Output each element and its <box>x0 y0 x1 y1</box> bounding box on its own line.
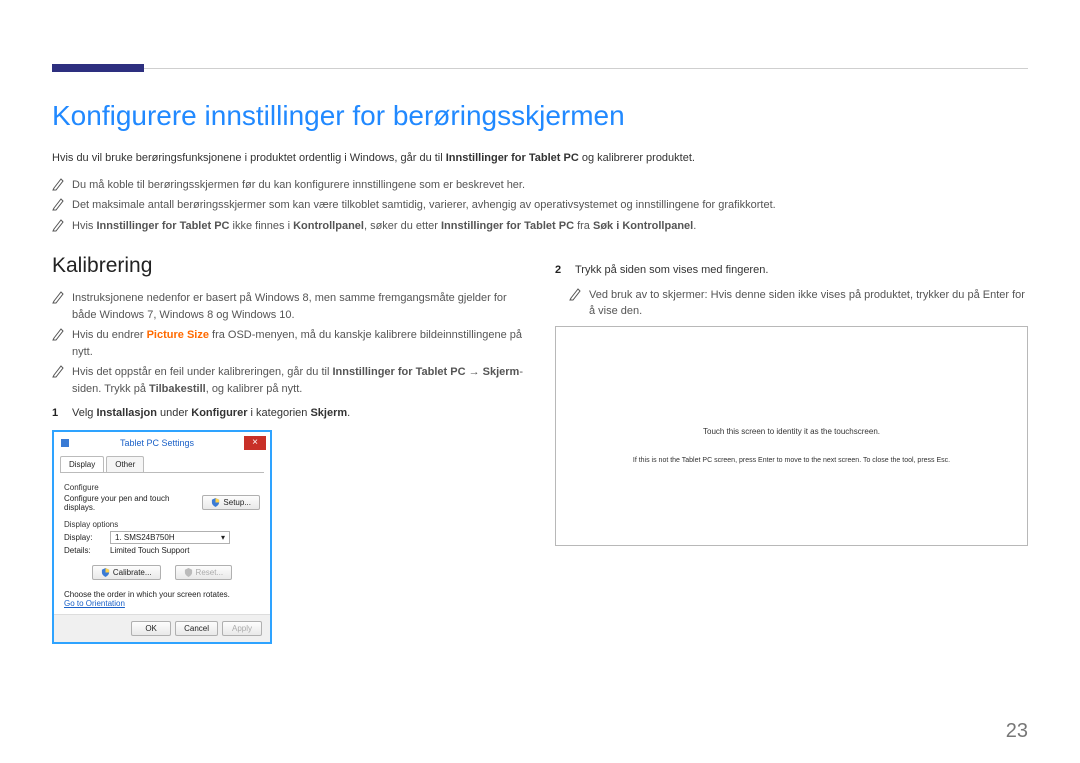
shield-icon <box>184 568 193 577</box>
tabs: Display Other <box>60 456 264 473</box>
tab-display[interactable]: Display <box>60 456 104 472</box>
close-icon[interactable]: × <box>244 436 266 450</box>
ok-button[interactable]: OK <box>131 621 171 636</box>
display-label: Display: <box>64 533 104 542</box>
intro-text-a: Hvis du vil bruke berøringsfunksjonene i… <box>52 152 446 164</box>
left-column: Kalibrering Instruksjonene nedenfor er b… <box>52 254 525 644</box>
instruction-screen: Touch this screen to identity it as the … <box>555 326 1028 546</box>
display-options-heading: Display options <box>64 520 260 529</box>
picture-size-label: Picture Size <box>147 329 209 341</box>
page-number: 23 <box>1006 720 1028 743</box>
instruction-line-1: Touch this screen to identity it as the … <box>556 427 1027 436</box>
note-row: Du må koble til berøringsskjermen før du… <box>52 177 1028 194</box>
note-text: Instruksjonene nedenfor er basert på Win… <box>72 290 525 323</box>
orientation-link[interactable]: Go to Orientation <box>64 599 260 608</box>
window-title-text: Tablet PC Settings <box>70 438 244 448</box>
intro-text-c: og kalibrerer produktet. <box>579 152 695 164</box>
pencil-icon <box>52 197 64 211</box>
step-number: 2 <box>555 262 569 279</box>
step-1: 1 Velg Installasjon under Konfigurer i k… <box>52 405 525 422</box>
setup-button[interactable]: Setup... <box>202 495 260 510</box>
note-text: Det maksimale antall berøringsskjermer s… <box>72 197 776 214</box>
note-row: Hvis det oppstår en feil under kalibreri… <box>52 364 525 397</box>
window-sysicon <box>60 438 70 448</box>
window-footer: OK Cancel Apply <box>54 614 270 642</box>
step-text: Trykk på siden som vises med fingeren. <box>575 262 768 279</box>
sub-title: Kalibrering <box>52 254 525 278</box>
page-title: Konfigurere innstillinger for berøringss… <box>52 100 1028 132</box>
header-rule <box>52 68 1028 69</box>
note-row: Det maksimale antall berøringsskjermer s… <box>52 197 1028 214</box>
window-titlebar: Tablet PC Settings × <box>54 432 270 454</box>
step-text: Velg Installasjon under Konfigurer i kat… <box>72 405 350 422</box>
details-value: Limited Touch Support <box>110 546 189 555</box>
shield-icon <box>211 498 220 507</box>
note-row: Ved bruk av to skjermer: Hvis denne side… <box>569 287 1028 320</box>
pencil-icon <box>52 364 64 378</box>
intro-text-bold: Innstillinger for Tablet PC <box>446 152 579 164</box>
reset-button[interactable]: Reset... <box>175 565 233 580</box>
step-2: 2 Trykk på siden som vises med fingeren. <box>555 262 1028 279</box>
calibrate-button[interactable]: Calibrate... <box>92 565 161 580</box>
tablet-pc-settings-window: Tablet PC Settings × Display Other Confi… <box>52 430 272 644</box>
note-text: Hvis Innstillinger for Tablet PC ikke fi… <box>72 218 696 235</box>
header-accent-bar <box>52 64 144 72</box>
shield-icon <box>101 568 110 577</box>
configure-heading: Configure <box>64 483 260 492</box>
display-select[interactable]: 1. SMS24B750H ▾ <box>110 531 230 544</box>
note-row: Hvis Innstillinger for Tablet PC ikke fi… <box>52 218 1028 235</box>
configure-text: Configure your pen and touch displays. <box>64 494 196 512</box>
cancel-button[interactable]: Cancel <box>175 621 218 636</box>
pencil-icon <box>52 218 64 232</box>
note-text: Hvis du endrer Picture Size fra OSD-meny… <box>72 327 525 360</box>
right-column: 2 Trykk på siden som vises med fingeren.… <box>555 254 1028 644</box>
tab-other[interactable]: Other <box>106 456 144 472</box>
display-select-value: 1. SMS24B750H <box>115 533 175 542</box>
details-label: Details: <box>64 546 104 555</box>
note-text: Ved bruk av to skjermer: Hvis denne side… <box>589 287 1028 320</box>
intro-paragraph: Hvis du vil bruke berøringsfunksjonene i… <box>52 150 1028 167</box>
instruction-line-2: If this is not the Tablet PC screen, pre… <box>556 457 1027 464</box>
window-body: Configure Configure your pen and touch d… <box>54 473 270 614</box>
pencil-icon <box>52 290 64 304</box>
apply-button[interactable]: Apply <box>222 621 262 636</box>
step-number: 1 <box>52 405 66 422</box>
note-row: Instruksjonene nedenfor er basert på Win… <box>52 290 525 323</box>
note-row: Hvis du endrer Picture Size fra OSD-meny… <box>52 327 525 360</box>
pencil-icon <box>569 287 581 301</box>
chevron-down-icon: ▾ <box>221 533 225 542</box>
pencil-icon <box>52 327 64 341</box>
note-text: Hvis det oppstår en feil under kalibreri… <box>72 364 525 397</box>
note-text: Du må koble til berøringsskjermen før du… <box>72 177 525 194</box>
orientation-text: Choose the order in which your screen ro… <box>64 590 260 599</box>
pencil-icon <box>52 177 64 191</box>
